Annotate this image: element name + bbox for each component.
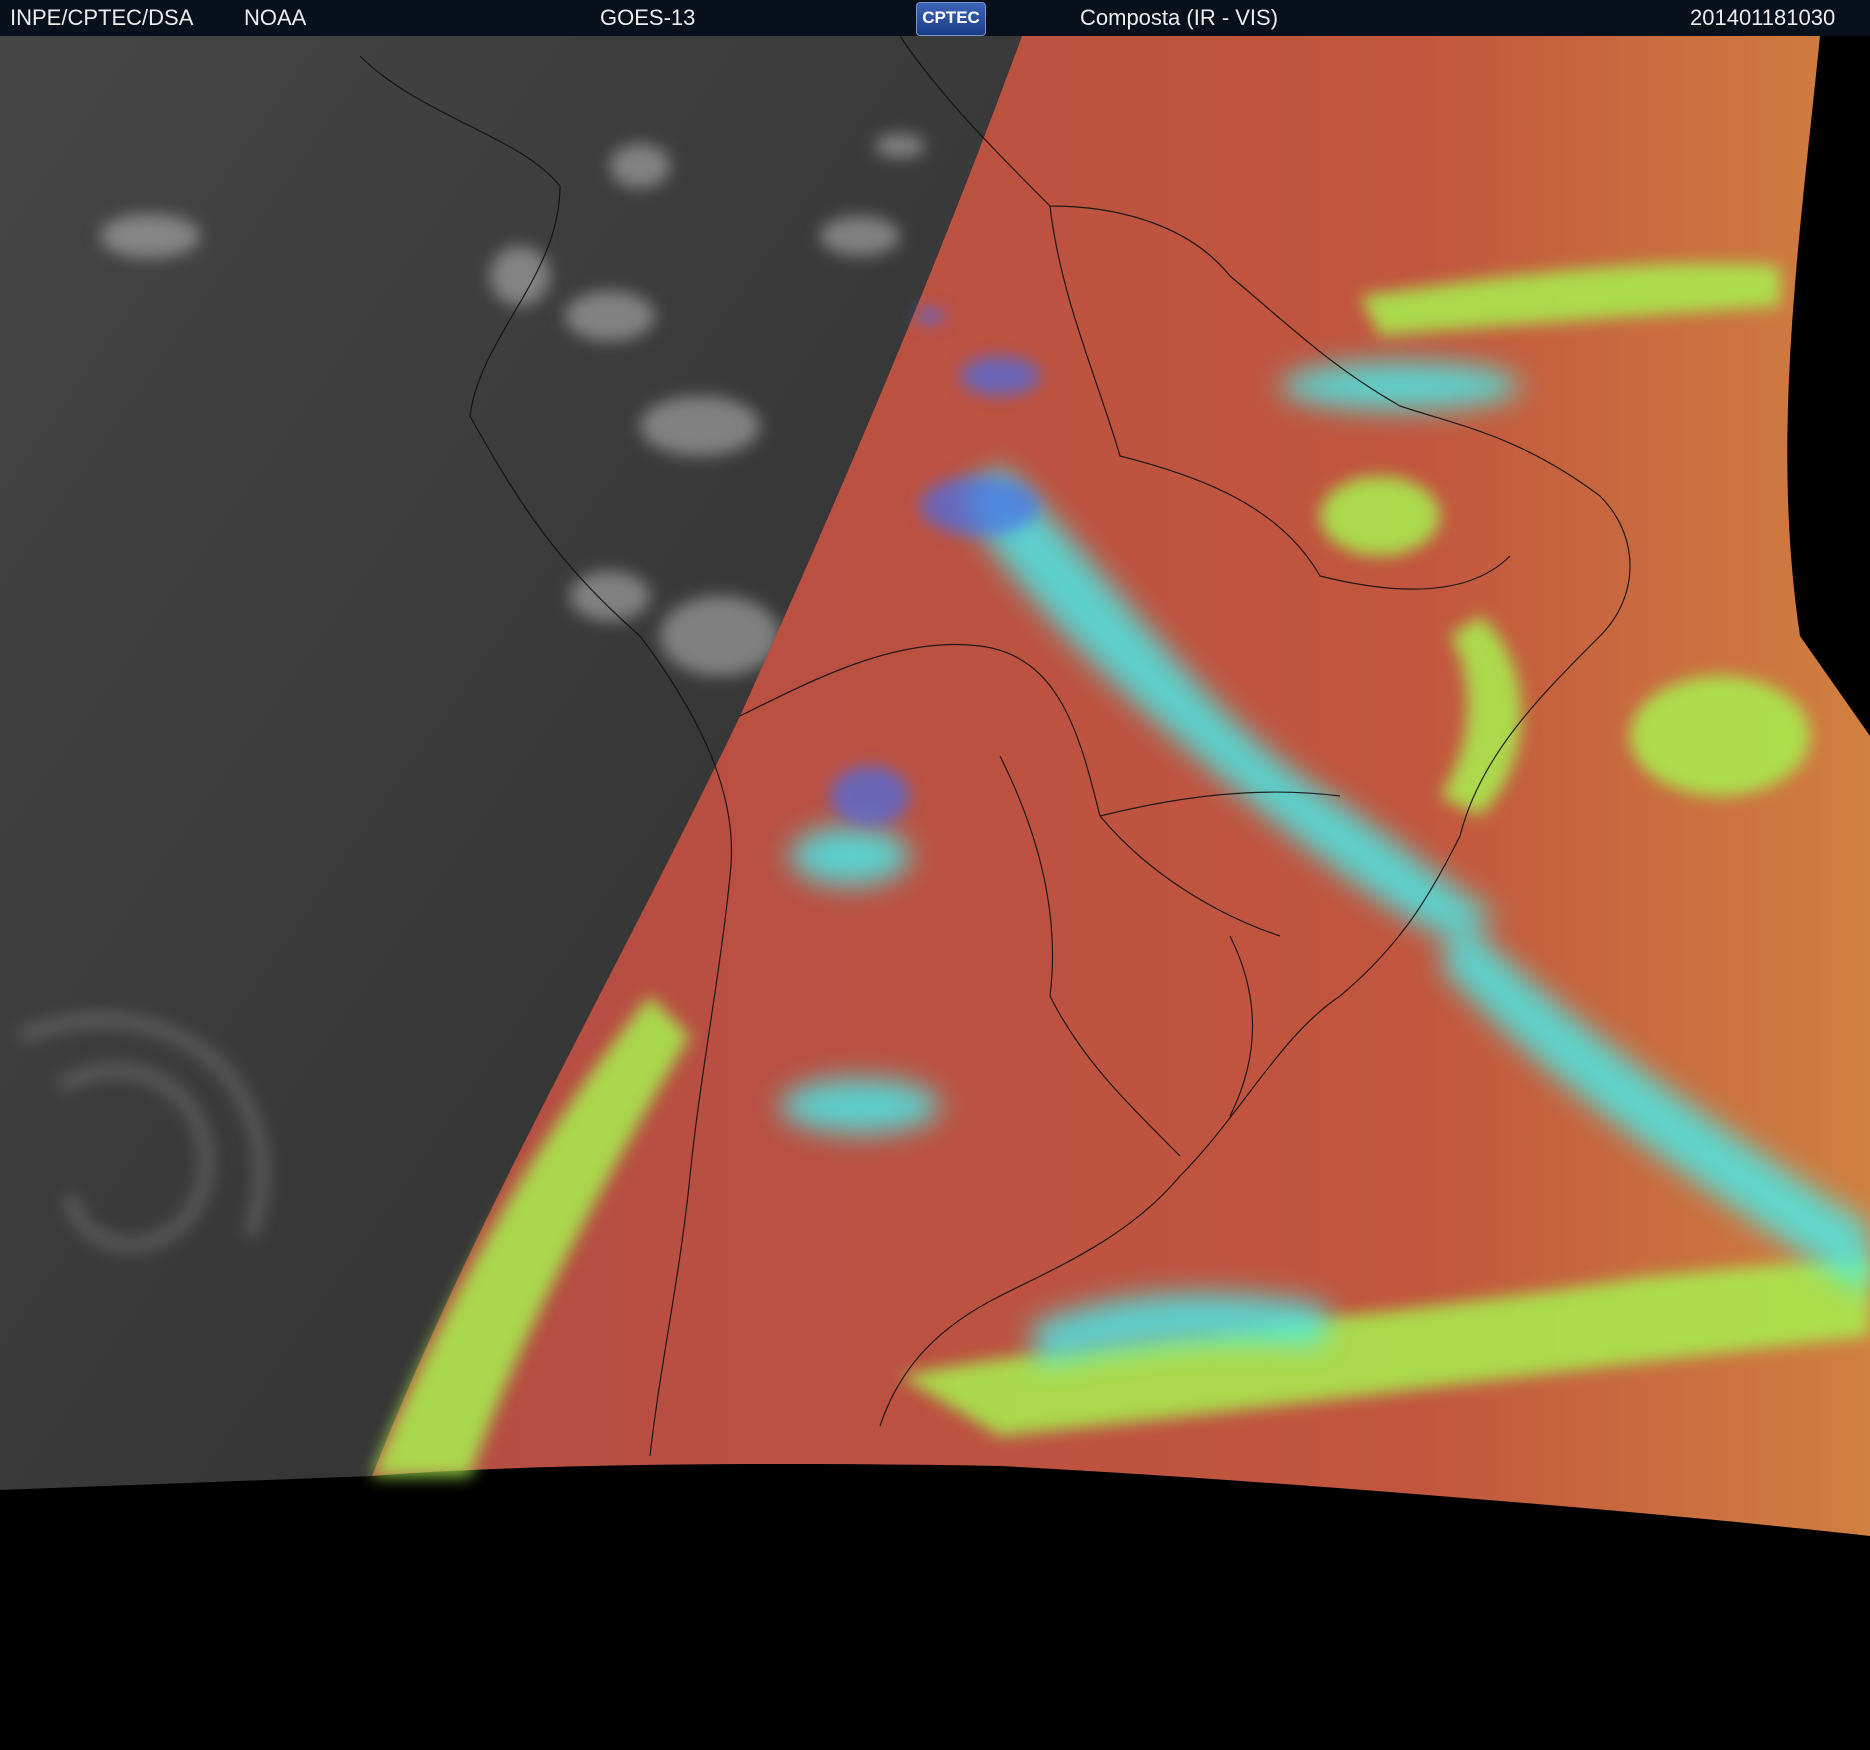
agency-label: INPE/CPTEC/DSA	[10, 5, 194, 30]
satellite-label: GOES-13	[600, 5, 696, 30]
timestamp-label: 201401181030	[1690, 5, 1836, 30]
product-label: Composta (IR - VIS)	[1080, 5, 1279, 30]
cptec-logo: CPTEC	[916, 2, 986, 36]
source-label: NOAA	[244, 5, 307, 30]
title-bar: INPE/CPTEC/DSA NOAA GOES-13 CPTEC Compos…	[0, 0, 1870, 36]
satellite-image	[0, 36, 1870, 1536]
